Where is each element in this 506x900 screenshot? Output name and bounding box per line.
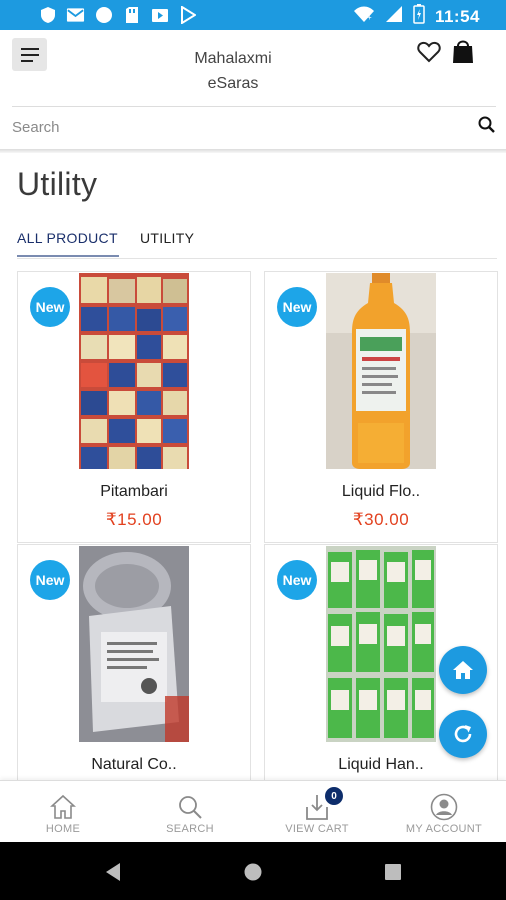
nav-view-cart[interactable]: 0 VIEW CART bbox=[254, 781, 380, 843]
nav-home[interactable]: HOME bbox=[0, 781, 126, 843]
sd-card-icon bbox=[122, 6, 141, 24]
pitambari-packets-image bbox=[79, 273, 189, 469]
system-status: + 11:54 bbox=[353, 4, 480, 29]
cart-count-badge: 0 bbox=[325, 787, 343, 805]
search-input[interactable] bbox=[12, 112, 452, 142]
hamburger-icon bbox=[20, 47, 39, 62]
store-name: Mahalaxmi eSaras bbox=[153, 46, 313, 96]
home-circle-icon[interactable] bbox=[243, 862, 263, 882]
back-icon[interactable] bbox=[103, 862, 123, 882]
shopping-bag-icon bbox=[453, 40, 473, 63]
search-icon bbox=[175, 792, 205, 822]
home-icon bbox=[453, 661, 473, 679]
menu-button[interactable] bbox=[12, 38, 47, 71]
product-grid: New Pitambari ₹15.00 New Liquid Flo.. ₹3… bbox=[0, 270, 506, 780]
search-button[interactable] bbox=[478, 116, 496, 134]
tab-all-product[interactable]: ALL PRODUCT bbox=[17, 230, 118, 246]
heart-icon bbox=[417, 41, 441, 63]
refresh-icon bbox=[454, 725, 472, 743]
play-store-icon bbox=[150, 6, 169, 24]
home-icon bbox=[48, 792, 78, 822]
signal-icon bbox=[385, 5, 403, 28]
tabs-divider bbox=[17, 258, 497, 259]
svg-text:+: + bbox=[367, 13, 372, 22]
gmail-icon bbox=[66, 6, 85, 24]
active-tab-indicator bbox=[17, 255, 119, 257]
nav-view-cart-label: VIEW CART bbox=[285, 823, 349, 835]
clock: 11:54 bbox=[434, 6, 480, 26]
nav-search[interactable]: SEARCH bbox=[127, 781, 253, 843]
refresh-fab-button[interactable] bbox=[439, 710, 487, 758]
new-badge: New bbox=[30, 287, 70, 327]
product-name: Liquid Flo.. bbox=[341, 483, 421, 500]
header-divider bbox=[12, 106, 496, 107]
cart-bag-button[interactable] bbox=[452, 38, 474, 64]
product-card[interactable]: New Natural Co.. bbox=[17, 544, 251, 780]
store-name-line2: eSaras bbox=[207, 75, 259, 92]
new-badge: New bbox=[277, 560, 317, 600]
play-icon bbox=[178, 6, 197, 24]
nav-search-label: SEARCH bbox=[166, 823, 214, 835]
account-icon bbox=[429, 792, 459, 822]
system-navigation-bar bbox=[0, 842, 506, 900]
product-name: Liquid Han.. bbox=[338, 756, 424, 773]
product-price: ₹15.00 bbox=[105, 510, 163, 529]
status-bar: + 11:54 bbox=[0, 0, 506, 30]
battery-icon bbox=[413, 4, 425, 29]
store-name-line1: Mahalaxmi bbox=[194, 50, 272, 67]
product-name: Natural Co.. bbox=[91, 756, 177, 773]
floor-cleaner-bottle-image bbox=[326, 273, 436, 469]
product-price: ₹30.00 bbox=[352, 510, 410, 529]
home-fab-button[interactable] bbox=[439, 646, 487, 694]
wishlist-button[interactable] bbox=[417, 41, 441, 63]
wifi-icon: + bbox=[353, 5, 375, 28]
circle-icon bbox=[94, 6, 113, 24]
bottom-navigation: HOME SEARCH 0 VIEW CART MY ACCOUNT bbox=[0, 780, 506, 842]
nav-home-label: HOME bbox=[45, 823, 81, 835]
search-divider bbox=[0, 149, 506, 153]
search-bar bbox=[0, 108, 506, 148]
notification-icons bbox=[38, 6, 197, 24]
product-card[interactable]: New Liquid Flo.. ₹30.00 bbox=[264, 271, 498, 543]
shield-icon bbox=[38, 6, 57, 24]
page-title: Utility bbox=[17, 166, 98, 202]
search-icon bbox=[478, 116, 495, 133]
tab-utility[interactable]: UTILITY bbox=[140, 230, 194, 246]
new-badge: New bbox=[30, 560, 70, 600]
new-badge: New bbox=[277, 287, 317, 327]
category-tabs: ALL PRODUCT UTILITY bbox=[0, 224, 506, 259]
natural-product-bag-image bbox=[79, 546, 189, 742]
product-name: Pitambari bbox=[100, 483, 168, 500]
nav-my-account[interactable]: MY ACCOUNT bbox=[381, 781, 506, 843]
hand-wash-bottles-image bbox=[326, 546, 436, 742]
recents-icon[interactable] bbox=[383, 862, 403, 882]
app-header: Mahalaxmi eSaras bbox=[0, 30, 506, 107]
product-card[interactable]: New Pitambari ₹15.00 bbox=[17, 271, 251, 543]
nav-my-account-label: MY ACCOUNT bbox=[405, 823, 483, 835]
